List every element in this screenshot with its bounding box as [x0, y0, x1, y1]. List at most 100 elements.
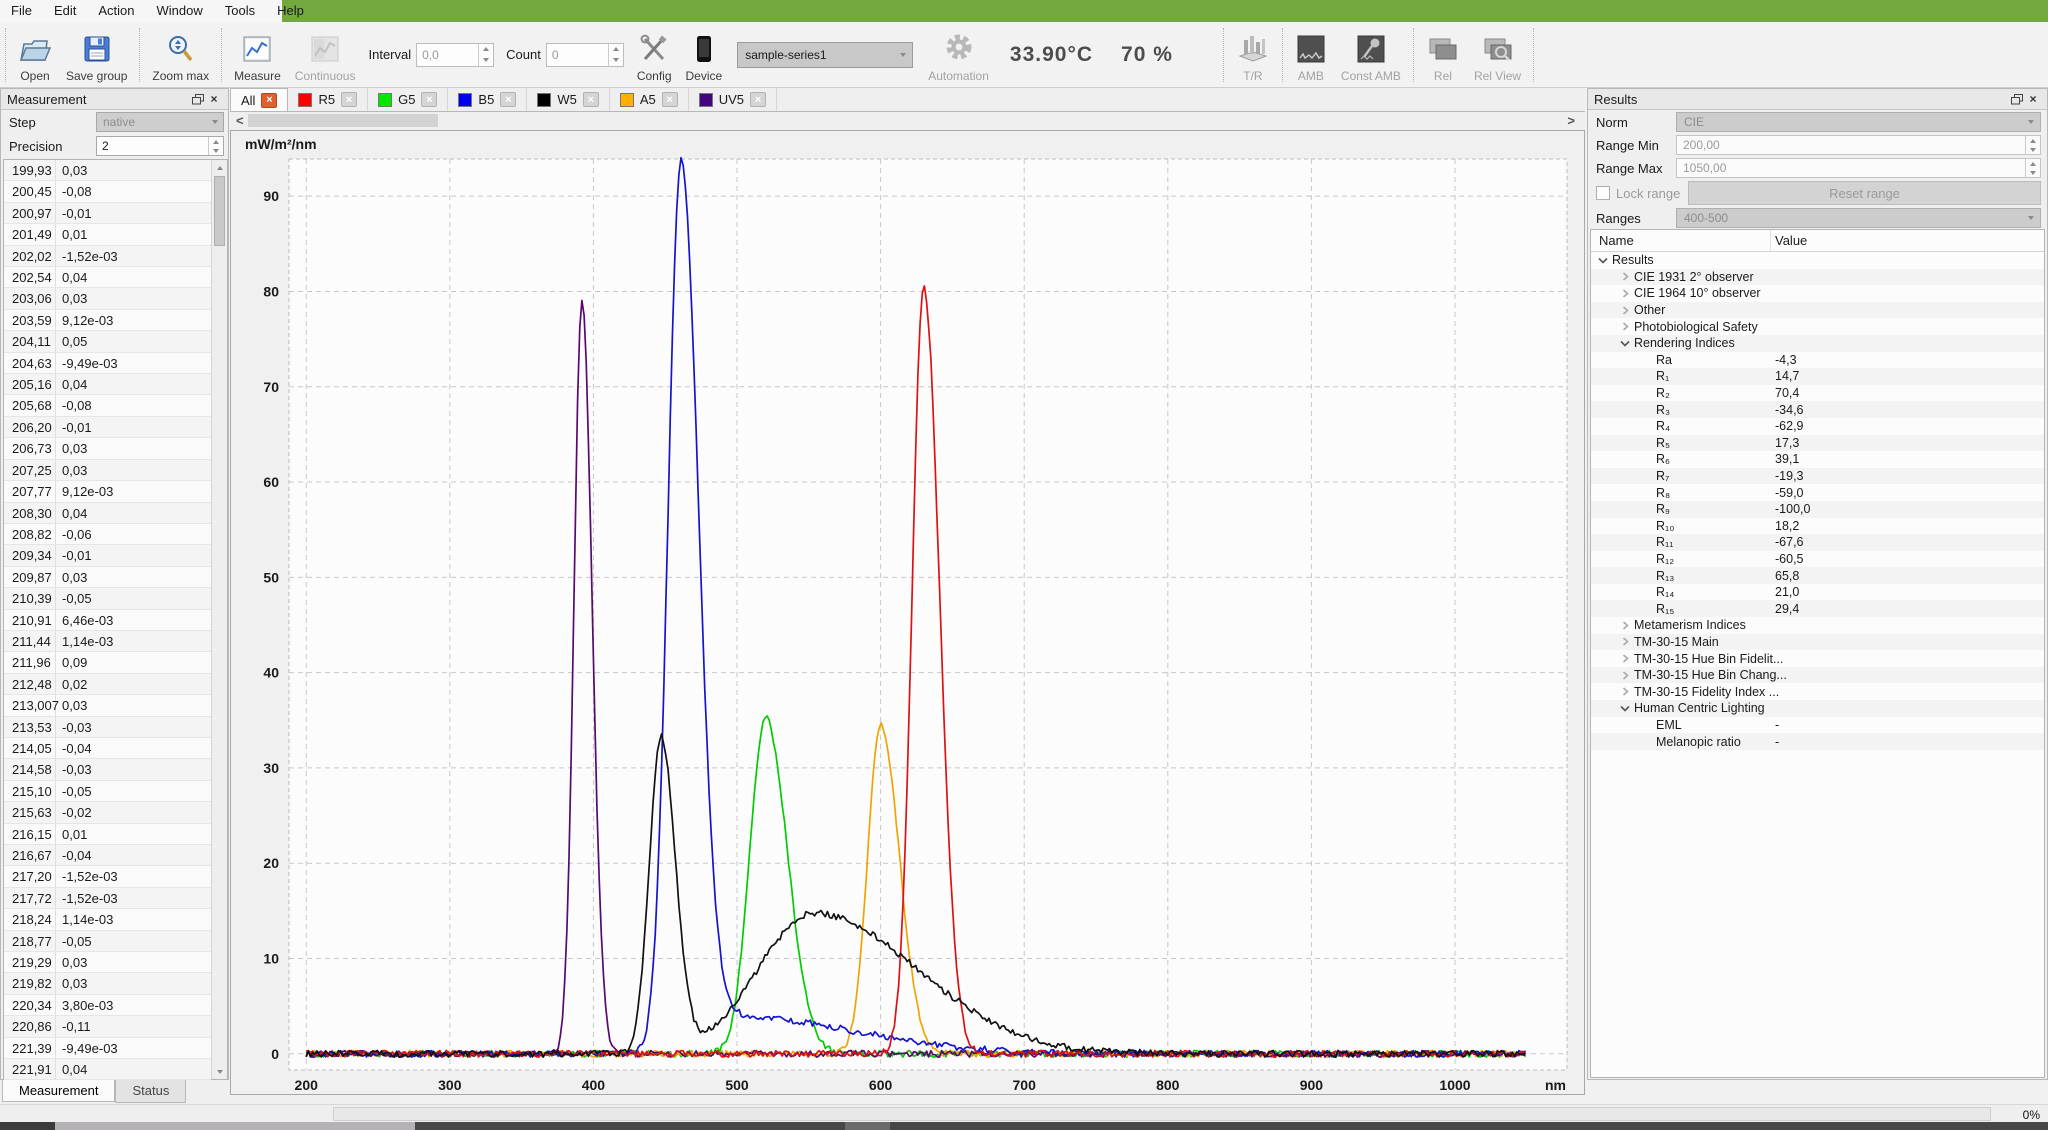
tree-item-other[interactable]: Other [1591, 302, 2044, 319]
measurement-row[interactable]: 210,39 -0,05 [4, 588, 211, 609]
chevron-collapsed-icon[interactable] [1619, 636, 1631, 648]
chart-tab-w5[interactable]: W5× [527, 88, 610, 111]
tree-item-r-[interactable]: R₁₁-67,6 [1591, 534, 2044, 551]
tree-item-ra[interactable]: Ra-4,3 [1591, 352, 2044, 369]
precision-spin-buttons[interactable] [208, 137, 223, 155]
close-tab-icon[interactable]: × [500, 92, 516, 107]
close-tab-icon[interactable]: × [583, 92, 599, 107]
measurement-row[interactable]: 213,007 0,03 [4, 695, 211, 716]
menu-item-window[interactable]: Window [146, 0, 214, 21]
tree-item-r-[interactable]: R₄-62,9 [1591, 418, 2044, 435]
menu-item-edit[interactable]: Edit [43, 0, 87, 21]
measurement-row[interactable]: 220,34 3,80e-03 [4, 995, 211, 1016]
continuous-button[interactable]: Continuous [288, 25, 363, 85]
measurement-row[interactable]: 200,45 -0,08 [4, 181, 211, 202]
tree-item-r-[interactable]: R₁₂-60,5 [1591, 551, 2044, 568]
tree-item-melanopic-ratio[interactable]: Melanopic ratio- [1591, 733, 2044, 750]
chevron-collapsed-icon[interactable] [1619, 271, 1631, 283]
chart-tab-a5[interactable]: A5× [610, 88, 689, 111]
interval-spin-buttons[interactable] [478, 44, 493, 66]
chevron-collapsed-icon[interactable] [1619, 287, 1631, 299]
range-min-spin-buttons[interactable] [2025, 136, 2040, 154]
chevron-collapsed-icon[interactable] [1619, 653, 1631, 665]
chart-tab-g5[interactable]: G5× [368, 88, 448, 111]
range-max-input[interactable]: 1050,00 [1676, 158, 2041, 178]
tree-item-r-[interactable]: R₉-100,0 [1591, 501, 2044, 518]
menu-item-file[interactable]: File [0, 0, 43, 21]
tree-item-r-[interactable]: R₁14,7 [1591, 368, 2044, 385]
measurement-row[interactable]: 209,87 0,03 [4, 567, 211, 588]
measurement-row[interactable]: 202,02 -1,52e-03 [4, 246, 211, 267]
chevron-collapsed-icon[interactable] [1619, 304, 1631, 316]
config-button[interactable]: Config [630, 25, 679, 85]
norm-select[interactable]: CIE [1676, 112, 2041, 132]
measurement-row[interactable]: 221,91 0,04 [4, 1059, 211, 1080]
chevron-expanded-icon[interactable] [1619, 702, 1631, 714]
close-tab-icon[interactable]: × [662, 92, 678, 107]
tree-item-results[interactable]: Results [1591, 252, 2044, 269]
tree-item-r-[interactable]: R₁₄21,0 [1591, 584, 2044, 601]
measurement-row[interactable]: 201,49 0,01 [4, 224, 211, 245]
measurement-row[interactable]: 218,77 -0,05 [4, 931, 211, 952]
measurement-row[interactable]: 204,63 -9,49e-03 [4, 353, 211, 374]
tree-item-tm-30-15-main[interactable]: TM-30-15 Main [1591, 634, 2044, 651]
measurement-row[interactable]: 206,73 0,03 [4, 438, 211, 459]
tree-item-human-centric-lighting[interactable]: Human Centric Lighting [1591, 700, 2044, 717]
measurement-row[interactable]: 217,72 -1,52e-03 [4, 888, 211, 909]
scroll-right-icon[interactable]: > [1567, 113, 1575, 128]
tab-scrollbar-thumb[interactable] [248, 114, 438, 127]
count-input[interactable]: 0 [546, 43, 624, 67]
chart-tab-r5[interactable]: R5× [288, 88, 368, 111]
float-panel-icon[interactable] [2009, 92, 2025, 106]
close-panel-icon[interactable]: × [2025, 92, 2041, 106]
tree-item-r-[interactable]: R₆39,1 [1591, 451, 2044, 468]
tree-item-cie-1964-10-observer[interactable]: CIE 1964 10° observer [1591, 285, 2044, 302]
open-button[interactable]: Open [11, 25, 59, 85]
close-tab-icon[interactable]: × [261, 93, 277, 108]
chart-tab-uv5[interactable]: UV5× [689, 88, 777, 111]
measurement-row[interactable]: 214,05 -0,04 [4, 738, 211, 759]
measurement-row[interactable]: 208,30 0,04 [4, 503, 211, 524]
device-button[interactable]: Device [679, 25, 730, 85]
float-panel-icon[interactable] [190, 92, 206, 106]
tree-item-r-[interactable]: R₈-59,0 [1591, 484, 2044, 501]
interval-input[interactable]: 0,0 [416, 43, 494, 67]
measurement-row[interactable]: 205,68 -0,08 [4, 395, 211, 416]
chevron-collapsed-icon[interactable] [1619, 669, 1631, 681]
measure-button[interactable]: Measure [227, 25, 288, 85]
tree-item-rendering-indices[interactable]: Rendering Indices [1591, 335, 2044, 352]
measurement-row[interactable]: 210,91 6,46e-03 [4, 610, 211, 631]
measurement-row[interactable]: 212,48 0,02 [4, 674, 211, 695]
bottom-tab-status[interactable]: Status [115, 1080, 186, 1103]
chevron-expanded-icon[interactable] [1619, 337, 1631, 349]
tree-item-eml[interactable]: EML- [1591, 717, 2044, 734]
measurement-row[interactable]: 200,97 -0,01 [4, 203, 211, 224]
chevron-collapsed-icon[interactable] [1619, 321, 1631, 333]
series-select[interactable]: sample-series1 [737, 42, 913, 68]
close-tab-icon[interactable]: × [421, 92, 437, 107]
measurement-row[interactable]: 213,53 -0,03 [4, 717, 211, 738]
measurement-row[interactable]: 217,20 -1,52e-03 [4, 866, 211, 887]
measurement-row[interactable]: 214,58 -0,03 [4, 759, 211, 780]
measurement-row[interactable]: 215,63 -0,02 [4, 802, 211, 823]
tree-item-r-[interactable]: R₁₃65,8 [1591, 567, 2044, 584]
tr-button[interactable]: T/R [1229, 25, 1277, 85]
const-amb-button[interactable]: Const AMB [1334, 25, 1408, 85]
tree-item-r-[interactable]: R₂70,4 [1591, 385, 2044, 402]
measurement-row[interactable]: 211,96 0,09 [4, 652, 211, 673]
measurement-row[interactable]: 219,82 0,03 [4, 973, 211, 994]
scroll-down-icon[interactable] [212, 1064, 227, 1079]
close-panel-icon[interactable]: × [206, 92, 222, 106]
tree-item-r-[interactable]: R₇-19,3 [1591, 468, 2044, 485]
measurement-row[interactable]: 202,54 0,04 [4, 267, 211, 288]
chart-tab-all[interactable]: All× [230, 88, 288, 111]
rel-button[interactable]: Rel [1419, 25, 1467, 85]
amb-button[interactable]: AMB [1288, 25, 1334, 85]
measurement-row[interactable]: 215,10 -0,05 [4, 781, 211, 802]
measurement-row[interactable]: 207,77 9,12e-03 [4, 481, 211, 502]
chevron-collapsed-icon[interactable] [1619, 686, 1631, 698]
tree-item-tm-30-15-hue-bin-chang-[interactable]: TM-30-15 Hue Bin Chang... [1591, 667, 2044, 684]
measurement-row[interactable]: 211,44 1,14e-03 [4, 631, 211, 652]
measurement-row[interactable]: 219,29 0,03 [4, 952, 211, 973]
bottom-tab-measurement[interactable]: Measurement [2, 1080, 115, 1102]
